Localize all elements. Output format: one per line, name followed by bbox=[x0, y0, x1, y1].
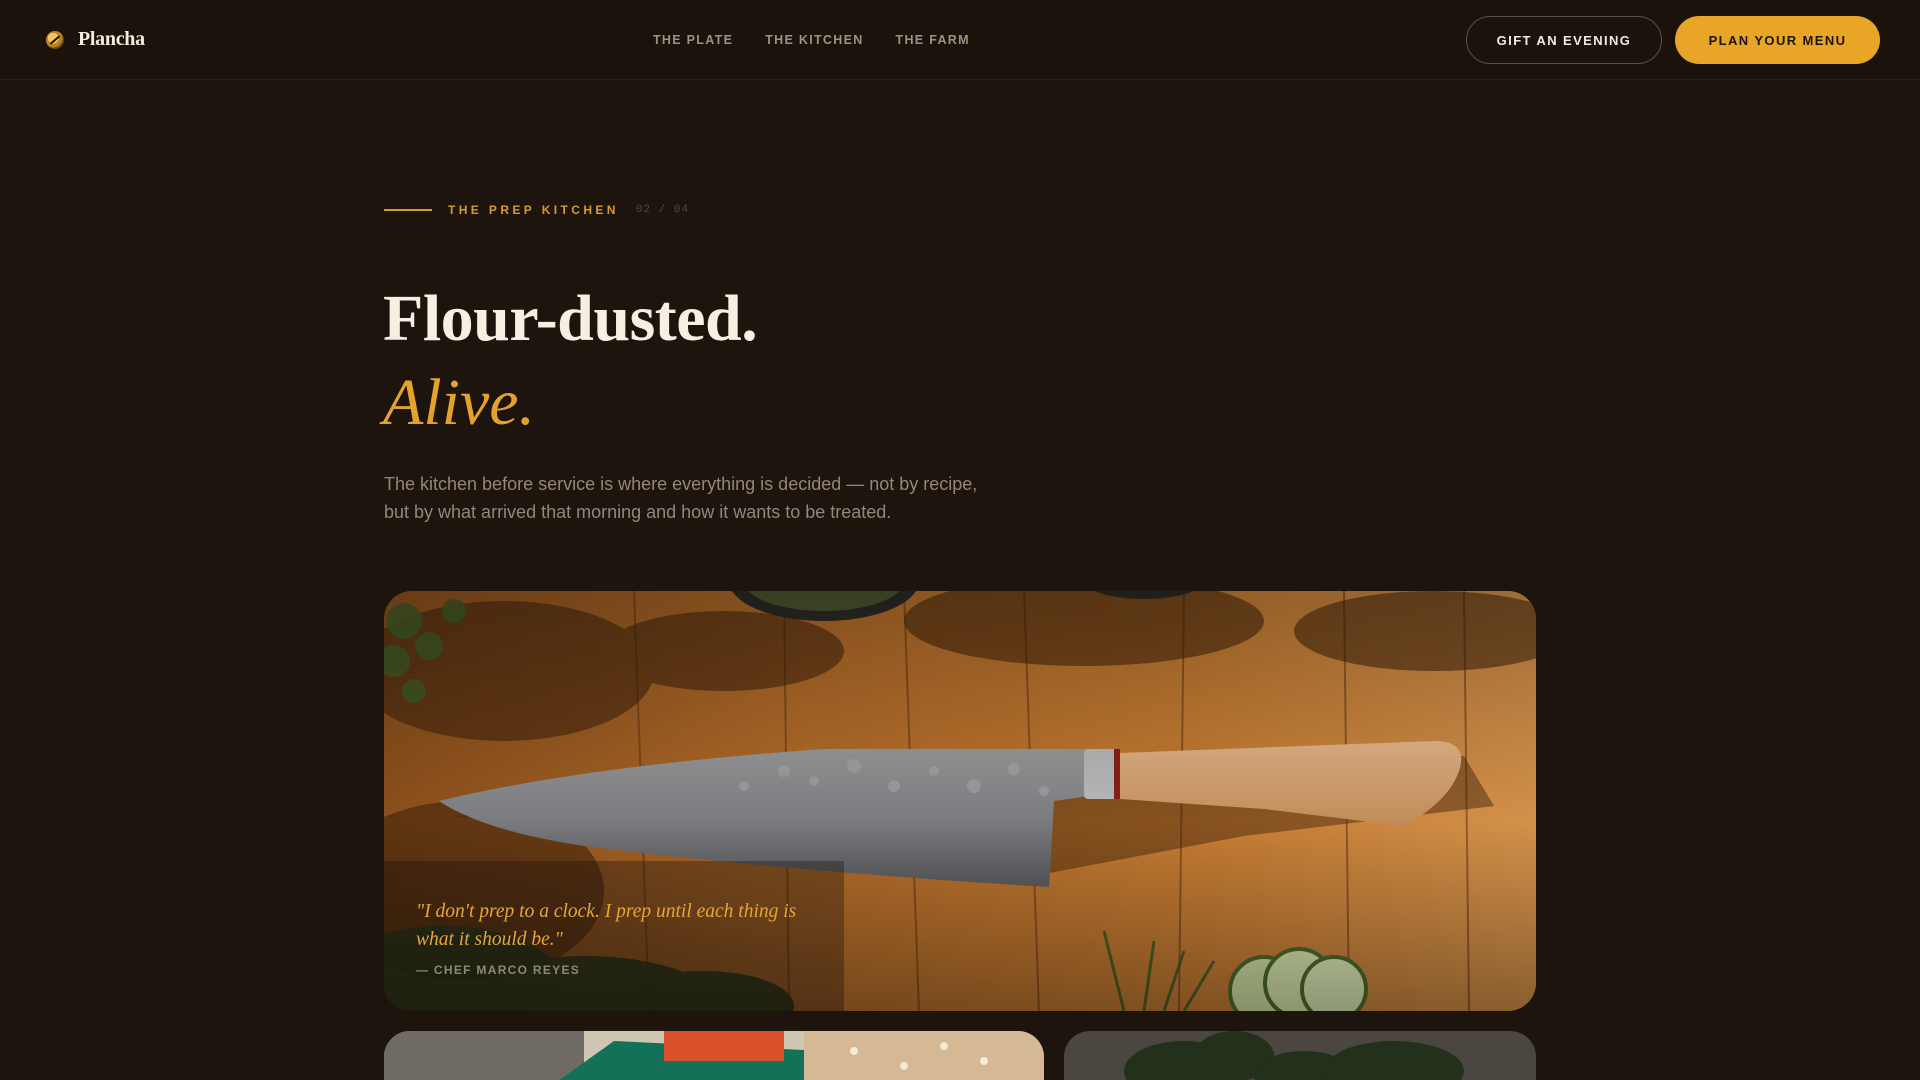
plan-your-menu-button[interactable]: PLAN YOUR MENU bbox=[1675, 16, 1880, 64]
eyebrow-label: THE PREP KITCHEN bbox=[448, 203, 619, 217]
quote-attribution: — CHEF MARCO REYES bbox=[416, 963, 581, 977]
site-header: Plancha THE PLATE THE KITCHEN THE FARM G… bbox=[0, 0, 1920, 80]
logo-mark-icon bbox=[46, 30, 64, 49]
hero-headline: Flour-dusted. bbox=[383, 282, 758, 355]
gift-an-evening-button[interactable]: GIFT AN EVENING bbox=[1466, 16, 1662, 64]
gallery-thumbnail-herbs[interactable] bbox=[1064, 1031, 1536, 1080]
hero-headline-accent: Alive. bbox=[383, 366, 536, 439]
nav-link-the-kitchen[interactable]: THE KITCHEN bbox=[765, 33, 863, 47]
main-nav: THE PLATE THE KITCHEN THE FARM bbox=[653, 33, 970, 47]
section-eyebrow: THE PREP KITCHEN 02 / 04 bbox=[384, 203, 689, 217]
brand-logo[interactable]: Plancha bbox=[46, 28, 145, 51]
brand-name: Plancha bbox=[78, 28, 145, 50]
eyebrow-divider bbox=[384, 209, 432, 211]
gallery-thumbnail-prep[interactable] bbox=[384, 1031, 1044, 1080]
nav-link-the-plate[interactable]: THE PLATE bbox=[653, 33, 733, 47]
nav-link-the-farm[interactable]: THE FARM bbox=[896, 33, 970, 47]
section-counter: 02 / 04 bbox=[635, 204, 690, 216]
chef-quote: "I don't prep to a clock. I prep until e… bbox=[416, 901, 797, 950]
hero-lede: The kitchen before service is where ever… bbox=[384, 474, 978, 522]
